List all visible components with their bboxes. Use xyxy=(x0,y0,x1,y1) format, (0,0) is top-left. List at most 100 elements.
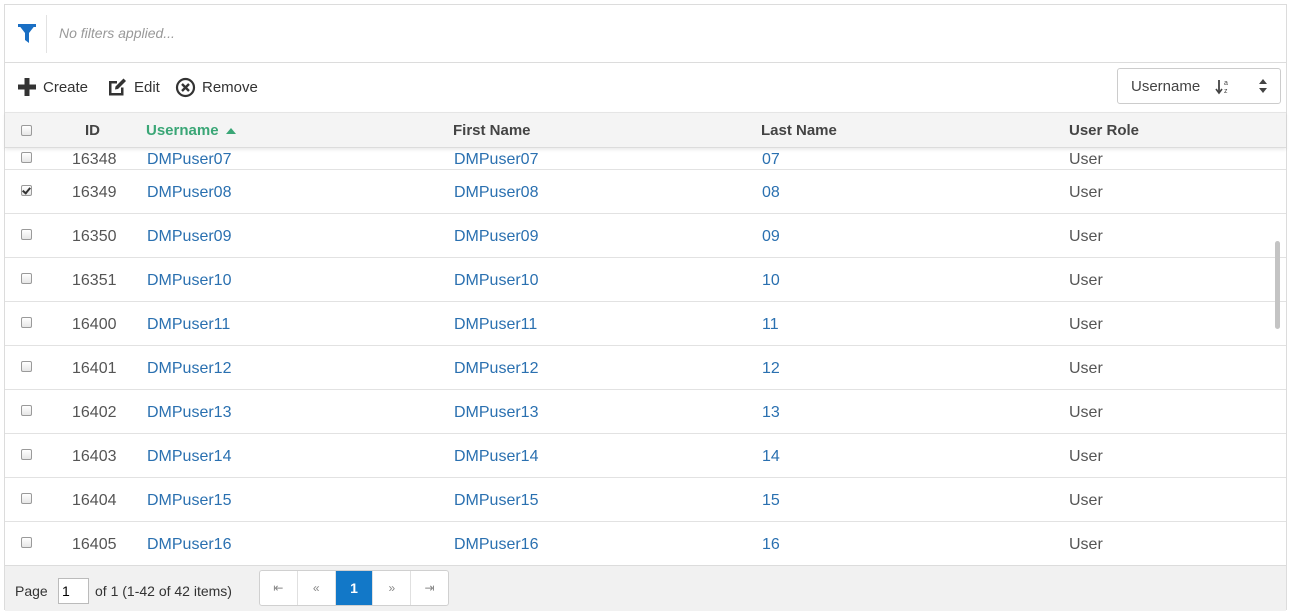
cell-user-role: User xyxy=(1069,536,1103,553)
column-header-username-label: Username xyxy=(146,122,219,139)
page-1-button[interactable]: 1 xyxy=(335,571,374,605)
cell-first-name[interactable]: DMPuser07 xyxy=(454,151,538,169)
edit-button[interactable]: Edit xyxy=(106,76,160,98)
column-header-username[interactable]: Username xyxy=(146,122,236,139)
vertical-scrollbar-thumb[interactable] xyxy=(1275,241,1280,329)
table-row[interactable]: 16401 DMPuser12 DMPuser12 12 User xyxy=(5,346,1286,390)
cell-id: 16403 xyxy=(72,448,117,465)
cell-user-role: User xyxy=(1069,151,1103,168)
table-row[interactable]: 16405 DMPuser16 DMPuser16 16 User xyxy=(5,522,1286,565)
create-button[interactable]: Create xyxy=(17,76,88,98)
table-row[interactable]: 16402 DMPuser13 DMPuser13 13 User xyxy=(5,390,1286,434)
column-header-first-name[interactable]: First Name xyxy=(453,122,531,139)
cell-user-role: User xyxy=(1069,272,1103,289)
cell-first-name[interactable]: DMPuser12 xyxy=(454,360,538,378)
previous-page-button[interactable]: « xyxy=(298,571,336,605)
table-header: ID Username First Name Last Name User Ro… xyxy=(5,112,1286,148)
row-checkbox[interactable] xyxy=(21,229,32,240)
table-row[interactable]: 16400 DMPuser11 DMPuser11 11 User xyxy=(5,302,1286,346)
cell-id: 16350 xyxy=(72,228,117,245)
filter-bar: No filters applied... xyxy=(5,5,1286,63)
filter-divider xyxy=(46,15,47,53)
column-header-last-name[interactable]: Last Name xyxy=(761,122,837,139)
cell-username[interactable]: DMPuser13 xyxy=(147,404,231,422)
cell-username[interactable]: DMPuser15 xyxy=(147,492,231,510)
page-label: Page xyxy=(15,583,48,599)
cell-first-name[interactable]: DMPuser11 xyxy=(454,316,537,334)
cell-first-name[interactable]: DMPuser10 xyxy=(454,272,538,290)
cell-user-role: User xyxy=(1069,228,1103,245)
cell-user-role: User xyxy=(1069,316,1103,333)
cell-user-role: User xyxy=(1069,184,1103,201)
cell-username[interactable]: DMPuser08 xyxy=(147,184,231,202)
cell-last-name[interactable]: 09 xyxy=(762,228,780,246)
cell-first-name[interactable]: DMPuser08 xyxy=(454,184,538,202)
table-row[interactable]: 16350 DMPuser09 DMPuser09 09 User xyxy=(5,214,1286,258)
row-checkbox[interactable] xyxy=(21,273,32,284)
svg-text:z: z xyxy=(1224,88,1228,95)
cell-id: 16400 xyxy=(72,316,117,333)
row-checkbox[interactable] xyxy=(21,152,32,163)
cell-id: 16349 xyxy=(72,184,117,201)
cell-last-name[interactable]: 14 xyxy=(762,448,780,466)
cell-id: 16351 xyxy=(72,272,117,289)
cell-username[interactable]: DMPuser16 xyxy=(147,536,231,554)
row-checkbox[interactable] xyxy=(21,405,32,416)
row-checkbox[interactable] xyxy=(21,537,32,548)
cell-last-name[interactable]: 11 xyxy=(762,316,779,334)
sort-up-caret-icon xyxy=(225,128,236,134)
cell-last-name[interactable]: 07 xyxy=(762,151,780,169)
row-checkbox[interactable] xyxy=(21,185,32,196)
column-header-user-role[interactable]: User Role xyxy=(1069,122,1139,139)
cell-username[interactable]: DMPuser11 xyxy=(147,316,230,334)
next-page-button[interactable]: » xyxy=(373,571,412,605)
plus-icon xyxy=(18,78,36,96)
cell-first-name[interactable]: DMPuser16 xyxy=(454,536,538,554)
sort-select-value: Username xyxy=(1131,78,1201,95)
table-row[interactable]: 16349 DMPuser08 DMPuser08 08 User xyxy=(5,170,1286,214)
row-checkbox[interactable] xyxy=(21,449,32,460)
last-page-button[interactable]: ⇥ xyxy=(411,571,448,605)
cell-username[interactable]: DMPuser12 xyxy=(147,360,231,378)
cell-last-name[interactable]: 15 xyxy=(762,492,780,510)
cell-last-name[interactable]: 16 xyxy=(762,536,780,554)
page-number-input[interactable] xyxy=(58,578,89,604)
cell-last-name[interactable]: 13 xyxy=(762,404,780,422)
svg-text:a: a xyxy=(1224,80,1228,87)
cell-last-name[interactable]: 12 xyxy=(762,360,780,378)
row-checkbox[interactable] xyxy=(21,361,32,372)
cell-first-name[interactable]: DMPuser09 xyxy=(454,228,538,246)
row-checkbox[interactable] xyxy=(21,317,32,328)
cell-user-role: User xyxy=(1069,492,1103,509)
table-row[interactable]: 16403 DMPuser14 DMPuser14 14 User xyxy=(5,434,1286,478)
filter-icon[interactable] xyxy=(17,23,37,45)
column-header-id[interactable]: ID xyxy=(85,122,100,139)
table-row[interactable]: 16404 DMPuser15 DMPuser15 15 User xyxy=(5,478,1286,522)
toolbar: Create Edit Remove Username a z xyxy=(5,63,1286,113)
cell-first-name[interactable]: DMPuser13 xyxy=(454,404,538,422)
filter-status-text: No filters applied... xyxy=(59,25,175,41)
cell-username[interactable]: DMPuser10 xyxy=(147,272,231,290)
select-updown-icon xyxy=(1259,79,1267,93)
cell-id: 16405 xyxy=(72,536,117,553)
table-row[interactable]: 16351 DMPuser10 DMPuser10 10 User xyxy=(5,258,1286,302)
table-body: 16348 DMPuser07 DMPuser07 07 User 16349 … xyxy=(5,148,1286,565)
cell-id: 16404 xyxy=(72,492,117,509)
sort-ascending-icon: a z xyxy=(1215,80,1228,95)
select-all-checkbox[interactable] xyxy=(21,125,32,136)
cell-first-name[interactable]: DMPuser15 xyxy=(454,492,538,510)
remove-circle-icon xyxy=(175,77,196,97)
cell-username[interactable]: DMPuser14 xyxy=(147,448,231,466)
cell-last-name[interactable]: 10 xyxy=(762,272,780,290)
remove-button[interactable]: Remove xyxy=(175,76,258,98)
row-checkbox[interactable] xyxy=(21,493,32,504)
users-grid: No filters applied... Create Edit Remove xyxy=(4,4,1287,611)
cell-username[interactable]: DMPuser07 xyxy=(147,151,231,169)
cell-user-role: User xyxy=(1069,360,1103,377)
first-page-button[interactable]: ⇤ xyxy=(260,571,298,605)
sort-select[interactable]: Username a z xyxy=(1117,68,1281,104)
cell-username[interactable]: DMPuser09 xyxy=(147,228,231,246)
table-row[interactable]: 16348 DMPuser07 DMPuser07 07 User xyxy=(5,148,1286,170)
cell-last-name[interactable]: 08 xyxy=(762,184,780,202)
cell-first-name[interactable]: DMPuser14 xyxy=(454,448,538,466)
